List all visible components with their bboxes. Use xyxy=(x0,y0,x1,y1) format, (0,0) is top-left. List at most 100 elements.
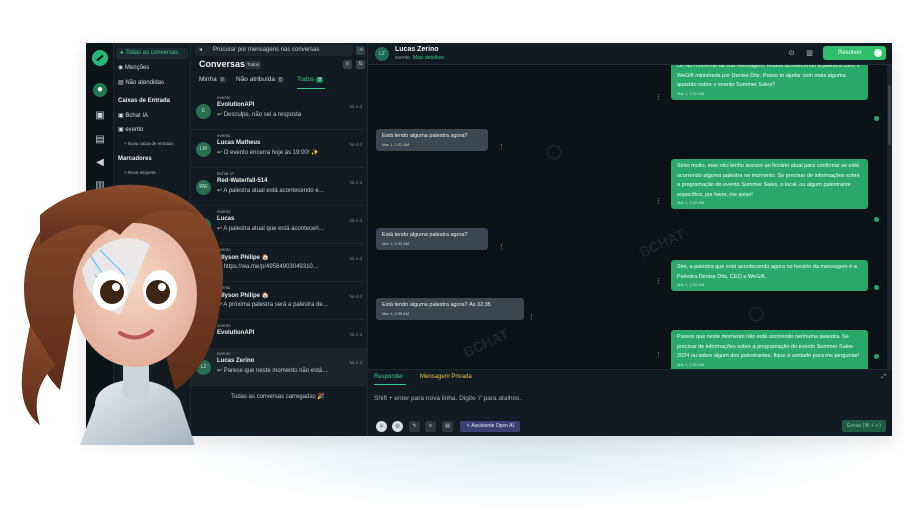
message-text: Está tendo alguma palestra agora? xyxy=(382,232,468,238)
message-time: Mar 1, 2:22 AM xyxy=(382,141,410,147)
conversation-item[interactable]: E evento EvolutionAPI ↩ Desculpe, não se… xyxy=(191,92,368,130)
resolve-button[interactable]: Resolver xyxy=(823,46,886,60)
message-menu-icon[interactable]: ⋮ xyxy=(655,197,662,205)
assignee-tabs: Minha 0 Não atribuída 8 Todos 8 xyxy=(199,76,367,90)
incoming-message: Está tendo alguma palestra agora? Mar 1, … xyxy=(376,228,488,250)
menu-all-conversations-label: Todas as conversas xyxy=(125,50,179,56)
panel-icon[interactable]: ▥ xyxy=(805,49,814,58)
contact-name[interactable]: Lucas Zerino xyxy=(395,46,439,53)
menu-mentions[interactable]: ◉ Menções xyxy=(118,63,149,74)
delivered-icon xyxy=(874,217,879,222)
message-menu-icon[interactable]: ⋮ xyxy=(655,93,662,101)
tab-count: 0 xyxy=(218,77,226,83)
conversation-time: há 4 d xyxy=(349,294,362,299)
menu-unattended[interactable]: ▤ Não atendidas xyxy=(118,78,164,89)
message-time: Mar 1, 2:34 AM xyxy=(382,240,410,246)
outgoing-message: Parece que neste momento não está ocorre… xyxy=(671,330,868,369)
cyborg-girl-illustration xyxy=(21,184,224,445)
conversation-time: há 4 d xyxy=(349,180,362,185)
inbox-item-label: Bchat IA xyxy=(125,113,149,119)
incoming-message: Está tendo alguma palestra agora? Mar 1, … xyxy=(376,129,488,151)
back-arrow-icon[interactable]: ◂ xyxy=(199,45,202,56)
message-menu-icon[interactable]: ⋮ xyxy=(498,143,505,151)
tab-private-note[interactable]: Mensagem Privada xyxy=(420,374,472,380)
conversation-name: Lucas Matheus xyxy=(217,140,261,146)
tab-reply[interactable]: Responder xyxy=(374,374,403,380)
message-time: Mar 1, 2:22 AM xyxy=(677,90,705,96)
new-inbox-link[interactable]: + Nova caixa de entrada xyxy=(124,141,173,146)
inbox-item-label: evento xyxy=(125,127,144,133)
outgoing-message: Sinto muito, mas não tenho acesso ao hor… xyxy=(671,159,868,209)
expand-icon[interactable]: ⤢ xyxy=(881,374,886,381)
conversation-time: há 4 d xyxy=(349,360,362,365)
new-inbox-label: Nova caixa de entrada xyxy=(127,141,173,146)
inbox-icon[interactable]: ● xyxy=(93,83,107,97)
conversation-time: há 4 d xyxy=(349,332,362,337)
message-thread: ◯ BCHAT BCHAT ◯ Oi! No momento da sua me… xyxy=(368,65,892,369)
collapse-icon[interactable]: ⇥ xyxy=(356,46,365,55)
message-menu-icon[interactable]: ⋮ xyxy=(655,351,662,359)
message-time: Mar 1, 2:35 AM xyxy=(677,361,705,367)
tab-mine[interactable]: Minha 0 xyxy=(199,76,226,83)
article-icon[interactable]: ▤ xyxy=(442,421,453,432)
page-title: Conversas xyxy=(199,59,246,69)
sort-icon[interactable]: ⇅ xyxy=(356,60,365,69)
message-input[interactable]: Shift + enter para nova linha. Digite '/… xyxy=(374,395,521,402)
ai-assistant-label: Assistente Open AI xyxy=(471,423,514,429)
status-filter-badge[interactable]: Todos xyxy=(245,61,262,69)
tab-label: Todos xyxy=(297,76,315,83)
details-link[interactable]: Mais detalhes xyxy=(413,55,444,61)
contact-meta: evento Mais detalhes xyxy=(395,55,444,61)
message-text: Está tendo alguma palestra agora? xyxy=(382,133,468,139)
tab-all[interactable]: Todos 8 xyxy=(297,76,324,83)
search-input[interactable]: ◂ Procurar por mensagens nas conversas xyxy=(195,45,353,56)
tab-unassigned[interactable]: Não atribuída 8 xyxy=(236,76,284,83)
attachment-icon[interactable]: ◎ xyxy=(392,421,403,432)
message-text: Está tendo alguma palestra agora? Às 02:… xyxy=(382,302,491,308)
wallpaper-pattern: ◯ xyxy=(745,302,767,324)
conversation-inbox: evento xyxy=(217,95,231,100)
conversation-item[interactable]: LM evento Lucas Matheus ↩ O evento encer… xyxy=(191,130,368,168)
tab-label: Minha xyxy=(199,76,217,83)
contacts-icon[interactable]: ▣ xyxy=(93,109,107,123)
active-tab-indicator xyxy=(374,384,406,385)
signature-icon[interactable]: ✎ xyxy=(409,421,420,432)
snooze-icon[interactable]: ⊙ xyxy=(787,49,796,58)
reports-icon[interactable]: ▤ xyxy=(93,133,107,147)
outgoing-message: Sim, a palestra que está acontecendo ago… xyxy=(671,260,868,291)
avatar: E xyxy=(196,104,211,119)
menu-all-conversations[interactable]: ● Todas as conversas xyxy=(116,48,188,59)
inbox-item-bchat[interactable]: ▣ Bchat IA xyxy=(118,111,148,122)
wallpaper-pattern: ◯ xyxy=(543,140,565,162)
emoji-icon[interactable]: ☺ xyxy=(376,421,387,432)
ai-assistant-button[interactable]: ✧ Assistente Open AI xyxy=(460,421,520,432)
message-text: Parece que neste momento não está ocorre… xyxy=(677,334,860,359)
menu-mentions-label: Menções xyxy=(124,65,150,71)
message-time: Mar 1, 2:22 AM xyxy=(677,200,705,205)
inboxes-header: Caixas de Entrada xyxy=(118,98,171,104)
message-menu-icon[interactable]: ⋮ xyxy=(655,277,662,285)
avatar: LM xyxy=(196,142,211,157)
send-button[interactable]: Enviar (⌘ + ↵) xyxy=(842,420,886,432)
scrollbar-thumb[interactable] xyxy=(888,85,891,145)
message-text: Sinto muito, mas não tenho acesso ao hor… xyxy=(677,163,860,198)
message-time: Mar 1, 2:35 AM xyxy=(382,310,410,316)
inbox-item-evento[interactable]: ▣ evento xyxy=(118,125,143,136)
conversation-preview: ↩ Desculpe, não sei a resposta xyxy=(217,112,302,118)
campaigns-icon[interactable]: ◀ xyxy=(93,156,107,170)
filter-icon[interactable]: ≡ xyxy=(343,60,352,69)
conversation-time: há 4 d xyxy=(349,256,362,261)
chat-scrollbar[interactable] xyxy=(887,65,892,369)
logo-icon xyxy=(92,50,108,66)
message-text: Sim, a palestra que está acontecendo ago… xyxy=(677,264,857,280)
canned-response-icon[interactable]: ≡ xyxy=(425,421,436,432)
search-placeholder: Procurar por mensagens nas conversas xyxy=(213,47,320,53)
wallpaper-pattern: BCHAT xyxy=(460,325,512,361)
right-iris xyxy=(146,280,170,304)
message-menu-icon[interactable]: ⋮ xyxy=(498,243,505,251)
message-menu-icon[interactable]: ⋮ xyxy=(528,313,535,321)
delivered-icon xyxy=(874,354,879,359)
contact-avatar[interactable]: LZ xyxy=(375,47,389,61)
conversation-name: EvolutionAPI xyxy=(217,102,255,108)
chat-header: LZ Lucas Zerino evento Mais detalhes ⊙ ▥ … xyxy=(368,43,892,65)
